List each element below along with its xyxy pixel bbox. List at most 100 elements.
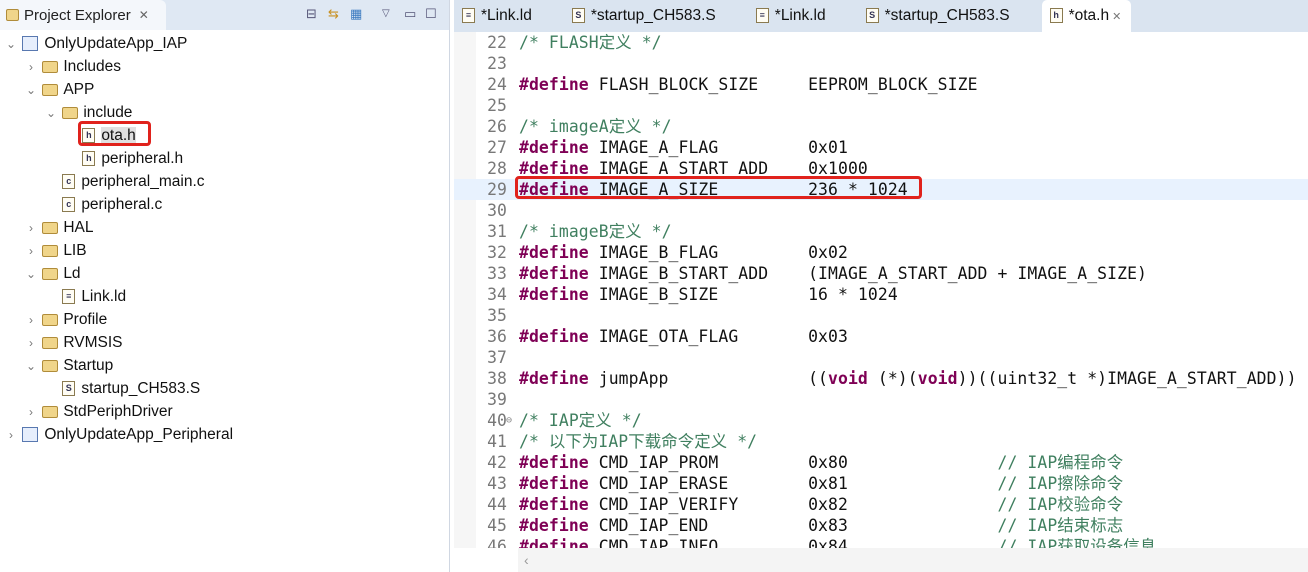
chevron-right-icon[interactable]: › xyxy=(24,240,38,263)
file-icon: ≡ xyxy=(62,289,76,305)
filters-icon[interactable]: ▦ xyxy=(350,6,362,22)
editor-tab[interactable]: ≡ *Link.ld xyxy=(454,0,542,32)
fold-toggle-icon[interactable]: ⊖ xyxy=(506,410,512,431)
define-keyword: #define xyxy=(519,264,589,283)
define-keyword: #define xyxy=(519,138,589,157)
tree-item[interactable]: › HAL xyxy=(0,216,449,239)
includes-icon xyxy=(42,60,59,73)
tree-item[interactable]: c peripheral.c xyxy=(0,193,449,216)
tree-item-label: HAL xyxy=(63,219,94,236)
tree-item[interactable]: › Profile xyxy=(0,308,449,331)
maximize-icon[interactable]: ☐ xyxy=(425,6,437,22)
code-text: #define CMD_IAP_VERIFY 0x82 // IAP校验命令 xyxy=(519,494,1123,515)
asm-file-icon: S xyxy=(571,8,585,24)
define-keyword: #define xyxy=(519,285,589,304)
tree-item[interactable]: › Includes xyxy=(0,55,449,78)
editor-tab[interactable]: S *startup_CH583.S xyxy=(564,0,726,32)
horizontal-scrollbar[interactable]: ‹ xyxy=(518,548,1308,572)
c-file-icon: c xyxy=(62,174,76,190)
code-text: #define FLASH_BLOCK_SIZE EEPROM_BLOCK_SI… xyxy=(519,74,978,95)
tree-item[interactable]: ⌄ Ld xyxy=(0,262,449,285)
code-editor[interactable]: 22 /* FLASH定义 */ 23 24 #define FLASH_BLOCK_S… xyxy=(454,32,1308,548)
macro-value: 16 * 1024 xyxy=(808,285,898,304)
tree-item[interactable]: ≡ Link.ld xyxy=(0,285,449,308)
code-text: /* imageA定义 */ xyxy=(519,116,672,137)
tree-item[interactable]: ⌄ include xyxy=(0,101,449,124)
editor-tabs: ≡ *Link.ld S *startup_CH583.S ≡ *Link.ld S *sta… xyxy=(454,0,1308,32)
macro-value: EEPROM_BLOCK_SIZE xyxy=(808,75,978,94)
editor-tab[interactable]: S *startup_CH583.S xyxy=(858,0,1020,32)
editor-tab[interactable]: h *ota.h ✕ xyxy=(1041,0,1132,32)
code-line: 22 /* FLASH定义 */ xyxy=(454,32,1308,53)
folder-icon xyxy=(42,221,59,234)
collapse-all-icon[interactable]: ⊟ xyxy=(306,6,317,22)
tree-item-label: LIB xyxy=(63,242,87,259)
link-with-editor-icon[interactable]: ⇆ xyxy=(328,6,339,22)
tree-item[interactable]: c peripheral_main.c xyxy=(0,170,449,193)
tree-item[interactable]: › LIB xyxy=(0,239,449,262)
tree-item[interactable]: › StdPeriphDriver xyxy=(0,400,449,423)
tree-item[interactable]: h peripheral.h xyxy=(0,147,449,170)
code-text: /* IAP定义 */ xyxy=(519,410,642,431)
macro-name: CMD_IAP_ERASE xyxy=(598,474,729,493)
code-text: /* FLASH定义 */ xyxy=(519,32,662,53)
chevron-right-icon[interactable]: › xyxy=(24,56,38,79)
chevron-right-icon[interactable]: › xyxy=(4,424,18,447)
macro-name: IMAGE_A_FLAG xyxy=(598,138,719,157)
tree-item-label: peripheral_main.c xyxy=(81,173,205,190)
tree-item-label: Includes xyxy=(63,58,122,75)
file-icon: ≡ xyxy=(462,8,475,24)
code-line: 37 xyxy=(454,347,1308,368)
code-line: 24 #define FLASH_BLOCK_SIZE EEPROM_BLOCK_… xyxy=(454,74,1308,95)
tab-label: *startup_CH583.S xyxy=(884,7,1010,24)
code-line: 27 #define IMAGE_A_FLAG 0x01 xyxy=(454,137,1308,158)
chevron-down-icon[interactable]: ⌄ xyxy=(4,33,18,56)
tree-item[interactable]: › RVMSIS xyxy=(0,331,449,354)
macro-value: ((void (*)(void))((uint32_t *)IMAGE_A_ST… xyxy=(808,369,1297,388)
code-line: 45 #define CMD_IAP_END 0x83 // IAP结束标志 xyxy=(454,515,1308,536)
line-comment: // IAP编程命令 xyxy=(997,453,1124,472)
code-comment: /* 以下为IAP下载命令定义 */ xyxy=(519,432,758,451)
chevron-right-icon[interactable]: › xyxy=(24,332,38,355)
editor-tab[interactable]: ≡ *Link.ld xyxy=(748,0,836,32)
tree-item[interactable]: ⌄ Startup xyxy=(0,354,449,377)
code-line: 43 #define CMD_IAP_ERASE 0x81 // IAP擦除命令 xyxy=(454,473,1308,494)
scroll-left-icon[interactable]: ‹ xyxy=(524,552,529,568)
folder-icon xyxy=(42,83,59,96)
line-comment: // IAP擦除命令 xyxy=(997,474,1124,493)
chevron-down-icon[interactable]: ⌄ xyxy=(24,263,38,286)
code-line: 39 xyxy=(454,389,1308,410)
view-menu-icon[interactable]: ▽ xyxy=(382,8,390,19)
chevron-right-icon[interactable]: › xyxy=(24,309,38,332)
tree-item[interactable]: ⌄ APP xyxy=(0,78,449,101)
tree-item[interactable]: Sstartup_CH583.S xyxy=(0,377,449,400)
folder-icon xyxy=(42,405,59,418)
macro-name: IMAGE_B_START_ADD xyxy=(598,264,769,283)
project-explorer-tab[interactable]: Project Explorer ✕ xyxy=(0,0,166,30)
minimize-icon[interactable]: ▭ xyxy=(404,6,416,22)
tree-item-label: Startup xyxy=(63,357,114,374)
chevron-down-icon[interactable]: ⌄ xyxy=(24,355,38,378)
tree-item[interactable]: h ota.h xyxy=(0,124,449,147)
tree-item[interactable]: › OnlyUpdateApp_Peripheral xyxy=(0,423,449,446)
code-line: 32 #define IMAGE_B_FLAG 0x02 xyxy=(454,242,1308,263)
chevron-down-icon[interactable]: ⌄ xyxy=(44,102,58,125)
chevron-right-icon[interactable]: › xyxy=(24,401,38,424)
line-comment: // IAP结束标志 xyxy=(997,516,1124,535)
code-line: 44 #define CMD_IAP_VERIFY 0x82 // IAP校验命令 xyxy=(454,494,1308,515)
define-keyword: #define xyxy=(519,495,589,514)
macro-value: 0x82 xyxy=(808,495,848,514)
chevron-right-icon[interactable]: › xyxy=(24,217,38,240)
code-text: #define CMD_IAP_PROM 0x80 // IAP编程命令 xyxy=(519,452,1123,473)
line-number: 23 xyxy=(487,54,507,73)
tree-item[interactable]: ⌄ OnlyUpdateApp_IAP xyxy=(0,32,449,55)
close-tab-icon[interactable]: ✕ xyxy=(1109,11,1121,23)
define-keyword: #define xyxy=(519,516,589,535)
tab-label: *Link.ld xyxy=(774,7,826,24)
define-keyword: #define xyxy=(519,243,589,262)
close-icon[interactable]: ✕ xyxy=(139,8,149,22)
code-line: 40 ⊖ /* IAP定义 */ xyxy=(454,410,1308,431)
chevron-down-icon[interactable]: ⌄ xyxy=(24,79,38,102)
macro-value: 0x84 xyxy=(808,537,848,548)
line-number: 46 xyxy=(487,537,507,548)
